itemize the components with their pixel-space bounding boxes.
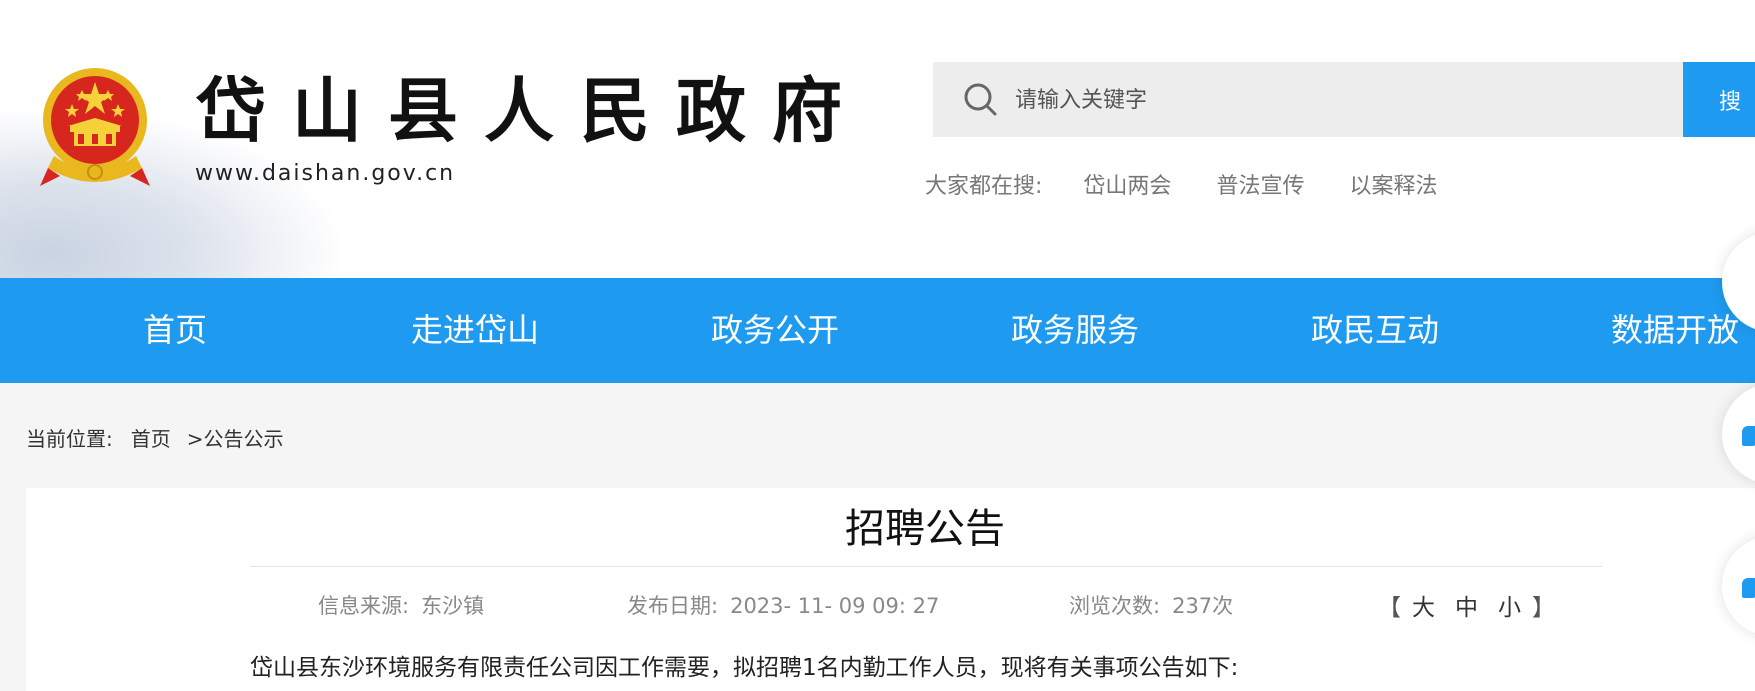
font-small-button[interactable]: 小	[1498, 595, 1523, 621]
main-nav: 首页 走进岱山 政务公开 政务服务 政民互动 数据开放	[0, 278, 1755, 383]
breadcrumb: 当前位置: 首页 >公告公示	[26, 423, 284, 452]
breadcrumb-current-link[interactable]: >公告公示	[187, 427, 284, 451]
hot-search-link[interactable]: 普法宣传	[1216, 174, 1304, 199]
date-label: 发布日期:	[627, 594, 719, 618]
nav-item-open-data[interactable]: 数据开放	[1611, 278, 1739, 383]
font-large-button[interactable]: 大	[1412, 595, 1437, 621]
floating-widget-icon	[1742, 426, 1755, 446]
national-emblem-icon	[40, 68, 150, 186]
date-value: 2023- 11- 09 09: 27	[730, 594, 940, 618]
floating-widget-icon	[1742, 578, 1755, 598]
nav-item-home[interactable]: 首页	[143, 278, 207, 383]
search-icon	[964, 83, 997, 116]
article-body-text: 岱山县东沙环境服务有限责任公司因工作需要，拟招聘1名内勤工作人员，现将有关事项公…	[250, 655, 1239, 681]
source-value: 东沙镇	[421, 594, 485, 618]
nav-item-about[interactable]: 走进岱山	[411, 278, 539, 383]
article-views: 浏览次数: 237次	[1069, 590, 1233, 620]
article-source: 信息来源: 东沙镇	[318, 590, 484, 620]
font-medium-button[interactable]: 中	[1455, 595, 1480, 621]
article-title: 招聘公告	[845, 506, 1005, 552]
hot-search: 大家都在搜: 岱山两会 普法宣传 以案释法	[925, 168, 1475, 200]
source-label: 信息来源:	[318, 594, 410, 618]
title-divider	[250, 566, 1602, 567]
font-size-bracket-open: 【	[1378, 595, 1403, 621]
hot-search-label: 大家都在搜:	[925, 174, 1043, 199]
search-button[interactable]: 搜	[1683, 62, 1755, 137]
breadcrumb-label: 当前位置:	[26, 427, 113, 451]
hot-search-link[interactable]: 岱山两会	[1083, 174, 1171, 199]
site-header: 岱山县人民政府 www.daishan.gov.cn 搜 大家都在搜: 岱山两会…	[0, 0, 1755, 278]
font-size-bracket-close: 】	[1532, 595, 1557, 621]
views-label: 浏览次数:	[1069, 594, 1161, 618]
site-url: www.daishan.gov.cn	[195, 161, 456, 186]
search-box	[933, 62, 1683, 137]
hot-search-link[interactable]: 以案释法	[1349, 174, 1437, 199]
views-value: 237次	[1172, 594, 1234, 618]
site-title: 岱山县人民政府	[196, 69, 868, 152]
search-input[interactable]	[1013, 76, 1577, 124]
font-size-control: 【大中小】	[1378, 588, 1557, 622]
nav-item-gov-services[interactable]: 政务服务	[1011, 278, 1139, 383]
nav-item-interaction[interactable]: 政民互动	[1311, 278, 1439, 383]
nav-item-gov-affairs[interactable]: 政务公开	[711, 278, 839, 383]
breadcrumb-home-link[interactable]: 首页	[131, 427, 171, 451]
article-date: 发布日期: 2023- 11- 09 09: 27	[627, 590, 939, 620]
floating-widget-button[interactable]	[1722, 384, 1755, 484]
